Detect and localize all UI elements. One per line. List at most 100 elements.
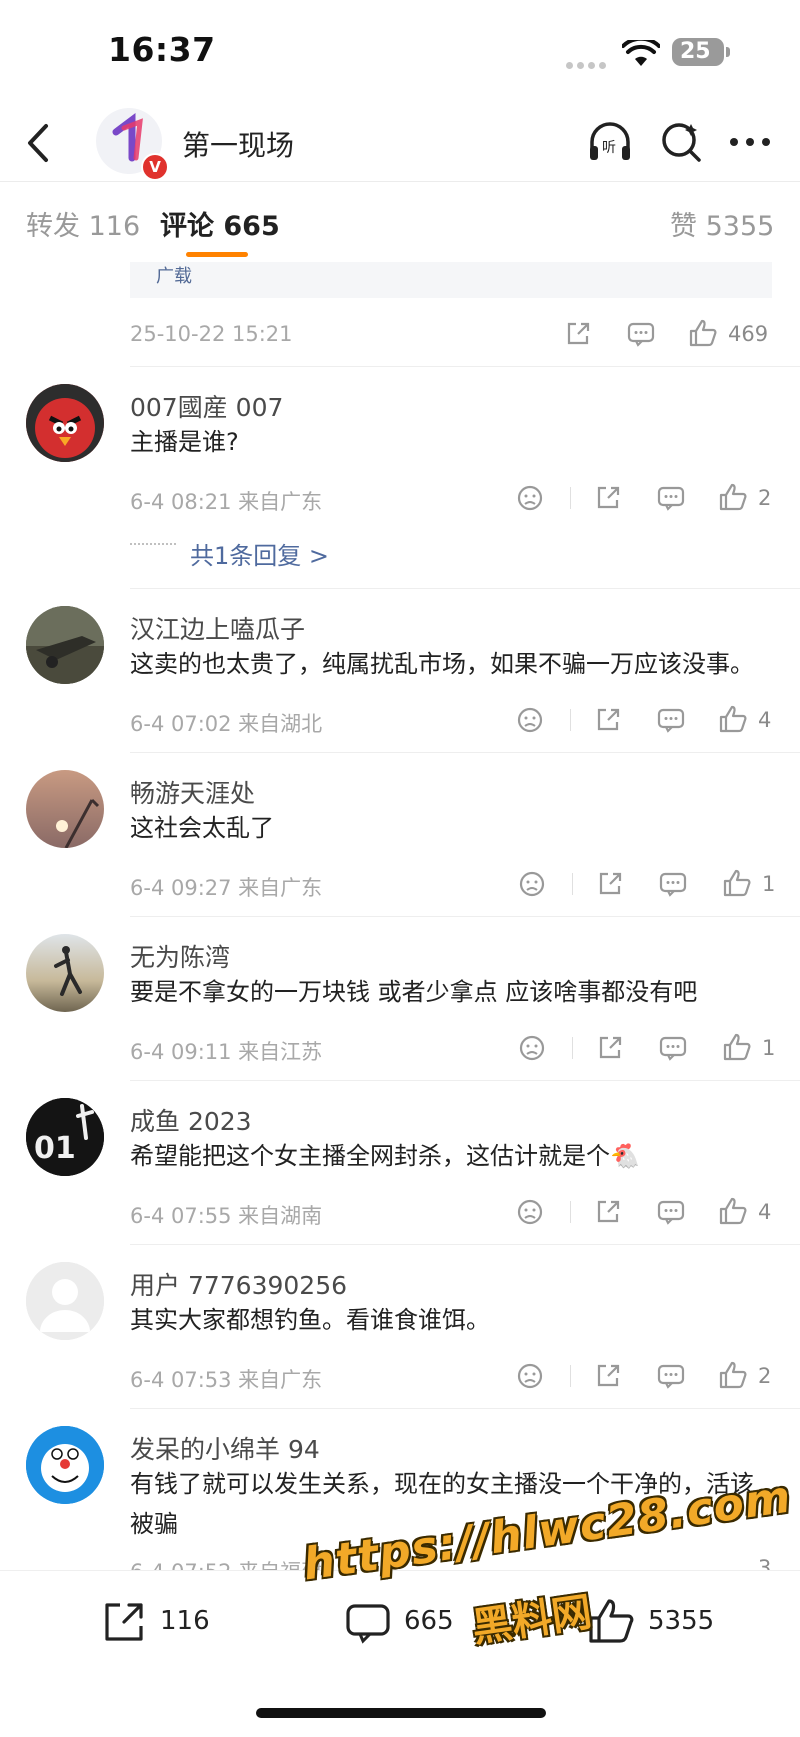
comment-divider [130, 1080, 800, 1081]
repost-icon[interactable] [100, 1598, 148, 1650]
comment-icon[interactable] [658, 870, 688, 902]
like-icon[interactable] [722, 868, 752, 902]
comment-username[interactable]: 发呆的小绵羊 94 [130, 1430, 320, 1466]
comment-icon[interactable] [656, 1362, 686, 1394]
like-icon[interactable] [718, 704, 748, 738]
comment-username[interactable]: 无为陈湾 [130, 938, 230, 974]
dislike-face-icon[interactable] [516, 706, 544, 738]
replies-dots [130, 543, 176, 545]
comment-icon[interactable] [626, 320, 656, 352]
wifi-icon [621, 36, 661, 72]
like-icon[interactable] [718, 1360, 748, 1394]
home-indicator[interactable] [256, 1708, 546, 1718]
like-count: 2 [758, 486, 772, 510]
share-icon[interactable] [594, 484, 622, 516]
comment-icon[interactable] [656, 706, 686, 738]
comment-count[interactable]: 665 [404, 1606, 454, 1636]
like-icon[interactable] [688, 318, 718, 352]
comment-text: 其实大家都想钓鱼。看谁食谁饵。 [130, 1306, 490, 1334]
tab-likes[interactable]: 赞 5355 [670, 204, 774, 243]
share-icon[interactable] [596, 870, 624, 902]
comment-username[interactable]: 成鱼 2023 [130, 1102, 252, 1138]
avatar[interactable] [26, 384, 104, 462]
action-divider [570, 1365, 571, 1387]
comment-icon[interactable] [656, 1198, 686, 1230]
comment-username[interactable]: 用户 7776390256 [130, 1266, 347, 1302]
comment-meta: 6-4 07:53 来自广东 [130, 1368, 323, 1392]
dislike-face-icon[interactable] [518, 1034, 546, 1066]
like-icon[interactable] [722, 1032, 752, 1066]
verified-badge: V [141, 153, 169, 181]
action-divider [570, 709, 571, 731]
like-count: 4 [758, 1200, 772, 1224]
svg-text:听: 听 [602, 140, 616, 156]
more-icon[interactable] [726, 118, 774, 166]
like-icon[interactable] [718, 482, 748, 516]
avatar[interactable] [26, 606, 104, 684]
action-divider [572, 1037, 573, 1059]
comment-username[interactable]: 汉江边上嗑瓜子 [130, 610, 305, 646]
account-name[interactable]: 第一现场 [182, 124, 294, 164]
battery-cap [726, 47, 730, 57]
comment-meta: 6-4 07:55 来自湖南 [130, 1204, 323, 1228]
comment-icon[interactable] [656, 484, 686, 516]
share-icon[interactable] [596, 1034, 624, 1066]
comment-text: 主播是谁? [130, 428, 239, 456]
active-tab-indicator [186, 252, 248, 257]
action-divider [570, 1201, 571, 1223]
avatar[interactable] [26, 770, 104, 848]
comment-bubble-icon[interactable] [344, 1600, 392, 1650]
cellular-signal-icon [566, 54, 610, 69]
avatar[interactable]: 01 [26, 1098, 104, 1176]
share-icon[interactable] [594, 1362, 622, 1394]
avatar[interactable] [26, 1426, 104, 1504]
status-time: 16:37 [108, 30, 216, 69]
quoted-content-text: 广载 [156, 266, 192, 287]
svg-text:01: 01 [34, 1131, 76, 1166]
action-divider [572, 873, 573, 895]
avatar[interactable] [26, 934, 104, 1012]
battery-icon: 25 [672, 38, 724, 66]
comment-divider [130, 752, 800, 753]
like-count: 4 [758, 708, 772, 732]
dislike-face-icon[interactable] [516, 1362, 544, 1394]
share-icon[interactable] [594, 1198, 622, 1230]
view-replies-link[interactable]: 共1条回复 > [190, 536, 329, 571]
like-count: 1 [762, 872, 776, 896]
dislike-face-icon[interactable] [518, 870, 546, 902]
tab-comments[interactable]: 评论 665 [160, 204, 280, 243]
dislike-face-icon[interactable] [516, 484, 544, 516]
comment-text: 这社会太乱了 [130, 814, 274, 842]
comment-username[interactable]: 畅游天涯处 [130, 774, 255, 810]
like-count-total[interactable]: 5355 [648, 1606, 714, 1636]
repost-count[interactable]: 116 [160, 1606, 210, 1636]
comment-divider [130, 1408, 800, 1409]
comment-time: 25-10-22 15:21 [130, 322, 293, 346]
share-icon[interactable] [564, 320, 592, 352]
search-icon[interactable] [658, 118, 706, 166]
like-count: 469 [728, 322, 769, 346]
comment-meta: 6-4 09:11 来自江苏 [130, 1040, 323, 1064]
comment-meta: 6-4 09:27 来自广东 [130, 876, 323, 900]
comment-text: 希望能把这个女主播全网封杀，这估计就是个🐔 [130, 1142, 640, 1170]
like-thumb-icon[interactable] [586, 1596, 636, 1650]
nav-divider [0, 181, 800, 182]
like-count: 2 [758, 1364, 772, 1388]
like-icon[interactable] [718, 1196, 748, 1230]
comment-icon[interactable] [658, 1034, 688, 1066]
comment-text: 要是不拿女的一万块钱 或者少拿点 应该啥事都没有吧 [130, 978, 698, 1006]
comment-text: 这卖的也太贵了，纯属扰乱市场，如果不骗一万应该没事。 [130, 650, 754, 678]
comment-divider [130, 916, 800, 917]
avatar[interactable] [26, 1262, 104, 1340]
comment-username[interactable]: 007國産 007 [130, 388, 283, 424]
back-chevron-icon[interactable] [18, 118, 58, 168]
dislike-face-icon[interactable] [516, 1198, 544, 1230]
share-icon[interactable] [594, 706, 622, 738]
like-count: 1 [762, 1036, 776, 1060]
listen-headphones-icon[interactable]: 听 [586, 118, 634, 166]
comment-meta: 6-4 07:02 来自湖北 [130, 712, 323, 736]
comment-divider [130, 588, 800, 589]
action-divider [570, 487, 571, 509]
tab-repost[interactable]: 转发 116 [26, 204, 140, 243]
quoted-content-card[interactable] [130, 262, 772, 298]
